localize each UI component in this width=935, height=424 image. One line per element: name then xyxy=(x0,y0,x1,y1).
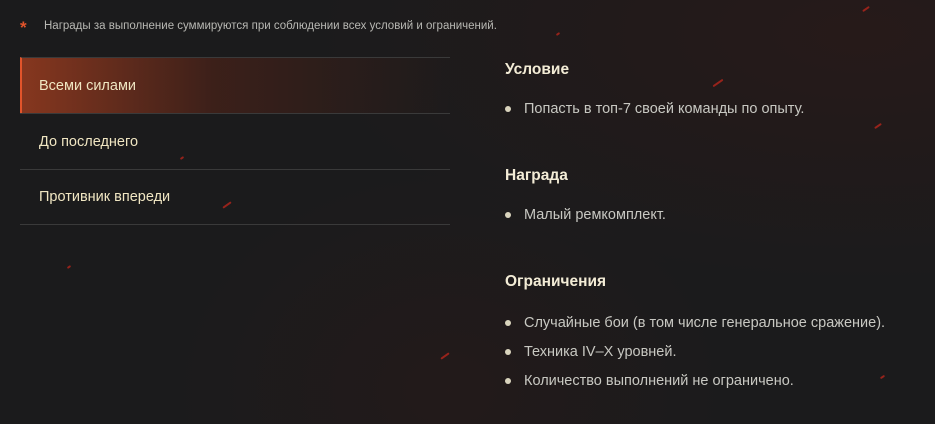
bullet-dot-icon xyxy=(505,212,511,218)
mission-tabs: Всеми силами До последнего Противник впе… xyxy=(20,57,450,225)
list-item-text: Случайные бои (в том числе генеральное с… xyxy=(524,315,886,331)
condition-section: Условие Попасть в топ-7 своей команды по… xyxy=(505,57,804,124)
list-item-text: Попасть в топ-7 своей команды по опыту. xyxy=(524,101,805,117)
bullet-dot-icon xyxy=(505,106,511,112)
list-item: Случайные бои (в том числе генеральное с… xyxy=(505,309,885,338)
reward-list: Малый ремкомплект. xyxy=(505,201,666,230)
ember-spark xyxy=(862,5,870,13)
rewards-note: * Награды за выполнение суммируются при … xyxy=(20,16,497,37)
tab-vsemi-silami[interactable]: Всеми силами xyxy=(20,57,450,113)
limits-title: Ограничения xyxy=(505,273,607,290)
tab-protivnik-vperedi[interactable]: Противник впереди xyxy=(20,169,450,225)
reward-section: Награда Малый ремкомплект. xyxy=(505,163,666,230)
bullet-dot-icon xyxy=(505,320,511,326)
list-item-text: Количество выполнений не ограничено. xyxy=(524,373,794,389)
limits-section: Ограничения Случайные бои (в том числе г… xyxy=(505,269,885,396)
ember-spark xyxy=(555,32,561,36)
list-item: Малый ремкомплект. xyxy=(505,201,666,230)
list-item-text: Малый ремкомплект. xyxy=(524,207,666,223)
list-item: Количество выполнений не ограничено. xyxy=(505,367,885,396)
tab-do-poslednego[interactable]: До последнего xyxy=(20,113,450,169)
list-item: Техника IV–X уровней. xyxy=(505,338,885,367)
ember-spark xyxy=(874,122,882,130)
bullet-dot-icon xyxy=(505,349,511,355)
rewards-note-text: Награды за выполнение суммируются при со… xyxy=(44,20,497,32)
list-item: Попасть в топ-7 своей команды по опыту. xyxy=(505,95,804,124)
limits-list: Случайные бои (в том числе генеральное с… xyxy=(505,309,885,396)
condition-title: Условие xyxy=(505,61,570,78)
reward-title: Награда xyxy=(505,167,568,184)
asterisk-icon: * xyxy=(20,18,27,37)
condition-list: Попасть в топ-7 своей команды по опыту. xyxy=(505,95,804,124)
ember-spark xyxy=(66,265,72,269)
list-item-text: Техника IV–X уровней. xyxy=(524,344,677,360)
page: * Награды за выполнение суммируются при … xyxy=(0,0,935,424)
ember-spark xyxy=(440,352,450,360)
bullet-dot-icon xyxy=(505,378,511,384)
